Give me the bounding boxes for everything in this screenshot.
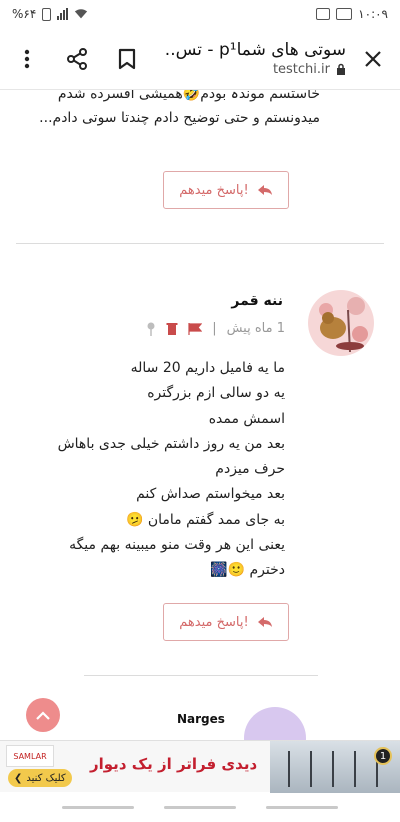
ad-cta-button[interactable]: ❮ کلیک کنید (8, 769, 72, 787)
chevron-up-icon (36, 710, 50, 720)
comment-text: ما یه فامیل داریم 20 ساله یه دو سالی ازم… (25, 356, 285, 584)
close-icon (365, 50, 381, 67)
comment-line: ما یه فامیل داریم 20 ساله (130, 360, 285, 376)
avatar-image (308, 290, 374, 356)
comment-line: بعد میخواستم صداش کنم (136, 486, 285, 503)
flag-icon[interactable] (188, 322, 203, 335)
more-vertical-icon (24, 49, 30, 68)
comment-line: بعد من یه روز داشتم خیلی جدی باهاش (57, 435, 285, 452)
comment-line: اسمش ممده (208, 410, 285, 427)
status-bar: %۶۴ ۱۰:۰۹ (0, 0, 400, 28)
close-tab-button[interactable] (358, 44, 388, 74)
gallery-icon (316, 8, 331, 20)
previous-comment-text: خاستسم موندہ بودم🤣همیشی افسرده شدم میدون… (39, 90, 320, 126)
status-right: ۱۰:۰۹ (316, 7, 388, 21)
comment-author: ننه قمر (231, 293, 283, 309)
ad-banner[interactable]: SAMLAR ❮ کلیک کنید دیدی فراتر از یک دیوا… (0, 740, 400, 793)
ad-brand: SAMLAR (13, 751, 47, 761)
comment-line: یه دو سالی ازم بزرگتره (147, 385, 285, 402)
wifi-icon (75, 9, 88, 19)
battery-text: %۶۴ (12, 7, 37, 21)
bookmark-icon (118, 48, 136, 69)
ad-badge: 1 (374, 747, 392, 765)
browser-toolbar: سوتی های شماp¹ - تس.. testchi.ir (0, 28, 400, 90)
scroll-to-top-button[interactable] (26, 698, 60, 732)
comment-divider (16, 243, 384, 244)
status-left: %۶۴ (12, 7, 88, 21)
domain-text: testchi.ir (272, 62, 330, 77)
page-title-area[interactable]: سوتی های شماp¹ - تس.. testchi.ir (142, 40, 358, 77)
ad-cta-label: کلیک کنید (26, 772, 66, 784)
page-title: سوتی های شماp¹ - تس.. (164, 40, 346, 60)
clock: ۱۰:۰۹ (358, 7, 388, 21)
toolbar-actions (12, 44, 142, 74)
menu-button[interactable] (12, 44, 42, 74)
share-button[interactable] (62, 44, 92, 74)
signal-icon (57, 8, 69, 20)
lock-icon (337, 63, 345, 75)
share-icon (67, 47, 87, 70)
meta-separator: | (212, 321, 217, 336)
nav-handle-left[interactable] (62, 805, 134, 809)
reply-arrow-icon (257, 617, 272, 627)
comment-line: به جای ممد گفتم مامان 🫤 (125, 511, 285, 528)
avatar (308, 290, 374, 356)
zoom-icon (336, 8, 353, 20)
reply-label: پاسخ میدهم! (179, 614, 249, 630)
reply-button-comment[interactable]: پاسخ میدهم! (163, 603, 289, 641)
nav-handle-center[interactable] (164, 805, 236, 809)
next-avatar (244, 707, 306, 740)
comment-line: یعنی این هر وقت منو میبینه بهم میگه (69, 537, 285, 554)
ad-brand-logo: SAMLAR (6, 745, 54, 767)
comment-line: حرف میزدم (215, 461, 285, 478)
bookmark-button[interactable] (112, 44, 142, 74)
battery-icon (42, 7, 52, 21)
comment-divider (84, 675, 318, 676)
chevron-left-icon: ❮ (14, 772, 23, 784)
url-row: testchi.ir (142, 62, 346, 77)
reply-button-previous[interactable]: پاسخ میدهم! (163, 171, 289, 209)
comments-section: خاستسم موندہ بودم🤣همیشی افسرده شدم میدون… (0, 90, 400, 740)
trash-icon[interactable] (166, 322, 178, 336)
reply-label: پاسخ میدهم! (179, 182, 249, 198)
comment-meta: | 1 ماه پیش (146, 321, 285, 336)
next-comment-author: Narges (177, 712, 225, 726)
nav-handle-right[interactable] (266, 805, 338, 809)
comment-time: 1 ماه پیش (226, 321, 285, 336)
ad-headline: دیدی فراتر از یک دیوار (90, 755, 258, 773)
comment-line: دخترم 🙂🎆 (210, 562, 285, 579)
reply-arrow-icon (257, 185, 272, 195)
pin-icon[interactable] (146, 322, 156, 336)
gesture-nav-bar (0, 792, 400, 822)
